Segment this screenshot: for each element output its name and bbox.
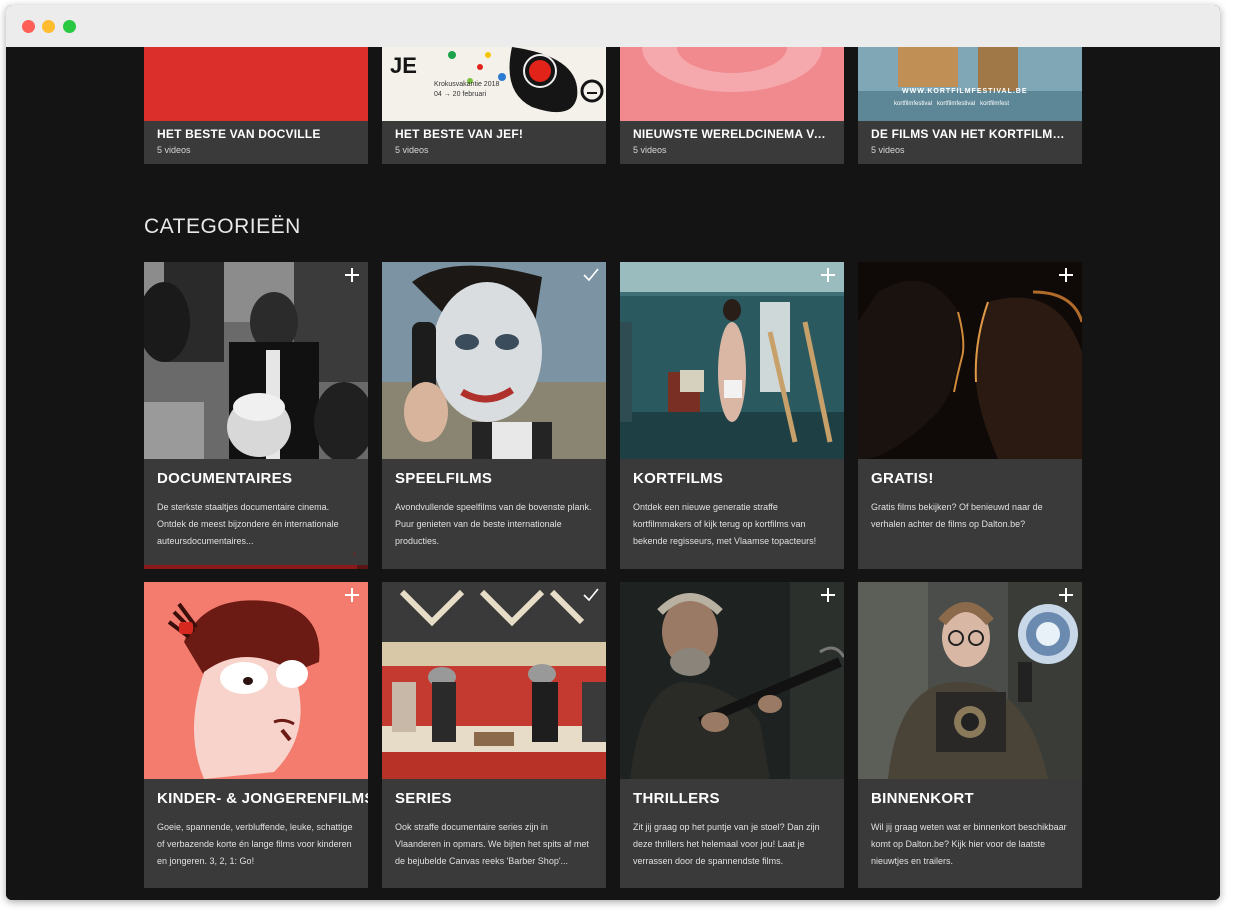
- playlist-thumbnail: JE Krokusvakantie 2018 04 → 20 februari: [382, 47, 606, 121]
- category-title: THRILLERS: [633, 790, 720, 807]
- category-description: Avondvullende speelfilms van de bovenste…: [395, 502, 592, 546]
- category-description: Goeie, spannende, verbluffende, leuke, s…: [157, 822, 353, 866]
- category-thumbnail: [144, 262, 368, 459]
- add-to-list-plus-icon[interactable]: [1059, 268, 1073, 282]
- page-content: HET BESTE VAN DOCVILLE 5 videos JE Kroku…: [6, 47, 1220, 900]
- playlist-video-count: 5 videos: [633, 145, 667, 155]
- category-card-binnenkort[interactable]: BINNENKORT Wil jij graag weten wat er bi…: [858, 582, 1082, 888]
- add-to-list-plus-icon[interactable]: [821, 268, 835, 282]
- playlist-card-jef[interactable]: JE Krokusvakantie 2018 04 → 20 februari …: [382, 47, 606, 164]
- add-to-list-plus-icon[interactable]: [345, 588, 359, 602]
- poster-caption: 04 → 20 februari: [434, 91, 487, 98]
- category-thumbnail: [620, 582, 844, 779]
- maximize-window-button[interactable]: [63, 20, 76, 33]
- category-card-series[interactable]: SERIES Ook straffe documentaire series z…: [382, 582, 606, 888]
- chevron-right-icon: ›: [352, 548, 356, 559]
- playlist-title: HET BESTE VAN DOCVILLE: [157, 127, 321, 141]
- category-description: Ook straffe documentaire series zijn in …: [395, 822, 589, 866]
- category-thumbnail: [382, 262, 606, 459]
- playlist-title: NIEUWSTE WERELDCINEMA VAN MOOOV: [633, 127, 833, 141]
- playlist-video-count: 5 videos: [157, 145, 191, 155]
- category-title: KINDER- & JONGERENFILMS: [157, 790, 368, 807]
- category-card-kortfilms[interactable]: KORTFILMS Ontdek een nieuwe generatie st…: [620, 262, 844, 569]
- poster-social: kortfilmfestival kortfilmfestival kortfi…: [894, 101, 1010, 107]
- category-title: SPEELFILMS: [395, 470, 493, 487]
- category-card-speelfilms[interactable]: SPEELFILMS Avondvullende speelfilms van …: [382, 262, 606, 569]
- category-title: BINNENKORT: [871, 790, 974, 807]
- playlist-card-kortfilmfestival[interactable]: WWW.KORTFILMFESTIVAL.BE kortfilmfestival…: [858, 47, 1082, 164]
- category-thumbnail: [858, 582, 1082, 779]
- category-thumbnail: [144, 582, 368, 779]
- category-card-gratis[interactable]: GRATIS! Gratis films bekijken? Of benieu…: [858, 262, 1082, 569]
- add-to-list-plus-icon[interactable]: [1059, 588, 1073, 602]
- category-thumbnail: [382, 582, 606, 779]
- playlist-thumbnail: WWW.KORTFILMFESTIVAL.BE kortfilmfestival…: [858, 47, 1082, 121]
- category-card-documentaires[interactable]: DOCUMENTAIRES De sterkste staaltjes docu…: [144, 262, 368, 569]
- poster-url: WWW.KORTFILMFESTIVAL.BE: [902, 88, 1028, 95]
- category-description: De sterkste staaltjes documentaire cinem…: [157, 502, 339, 546]
- title-bar: [6, 5, 1220, 48]
- in-list-check-icon[interactable]: [583, 268, 599, 282]
- watch-progress-bar: [144, 565, 368, 569]
- playlist-video-count: 5 videos: [871, 145, 905, 155]
- category-title: KORTFILMS: [633, 470, 724, 487]
- category-title: SERIES: [395, 790, 452, 807]
- minimize-window-button[interactable]: [42, 20, 55, 33]
- category-title: DOCUMENTAIRES: [157, 470, 293, 487]
- add-to-list-plus-icon[interactable]: [821, 588, 835, 602]
- category-description: Ontdek een nieuwe generatie straffe kort…: [633, 502, 817, 546]
- playlist-title: DE FILMS VAN HET KORTFILMFESTIVAL: [871, 127, 1071, 141]
- category-card-kinder-jongerenfilms[interactable]: KINDER- & JONGERENFILMS Goeie, spannende…: [144, 582, 368, 888]
- category-description: Zit jij graag op het puntje van je stoel…: [633, 822, 820, 866]
- category-thumbnail: [620, 262, 844, 459]
- watch-progress-fill: [144, 565, 357, 569]
- category-card-thrillers[interactable]: THRILLERS Zit jij graag op het puntje va…: [620, 582, 844, 888]
- section-title-categories: CATEGORIEËN: [144, 215, 301, 238]
- playlist-title: HET BESTE VAN JEF!: [395, 127, 524, 141]
- category-title: GRATIS!: [871, 470, 934, 487]
- category-thumbnail: [858, 262, 1082, 459]
- browser-window: HET BESTE VAN DOCVILLE 5 videos JE Kroku…: [6, 5, 1220, 900]
- playlist-card-mooov[interactable]: NIEUWSTE WERELDCINEMA VAN MOOOV 5 videos: [620, 47, 844, 164]
- category-description: Gratis films bekijken? Of benieuwd naar …: [871, 502, 1043, 529]
- playlist-thumbnail: [144, 47, 368, 121]
- category-description: Wil jij graag weten wat er binnenkort be…: [871, 822, 1067, 866]
- playlist-thumbnail: [620, 47, 844, 121]
- svg-text:JE: JE: [390, 53, 417, 78]
- add-to-list-plus-icon[interactable]: [345, 268, 359, 282]
- playlist-card-docville[interactable]: HET BESTE VAN DOCVILLE 5 videos: [144, 47, 368, 164]
- close-window-button[interactable]: [22, 20, 35, 33]
- in-list-check-icon[interactable]: [583, 588, 599, 602]
- poster-caption: Krokusvakantie 2018: [434, 81, 500, 88]
- playlist-video-count: 5 videos: [395, 145, 429, 155]
